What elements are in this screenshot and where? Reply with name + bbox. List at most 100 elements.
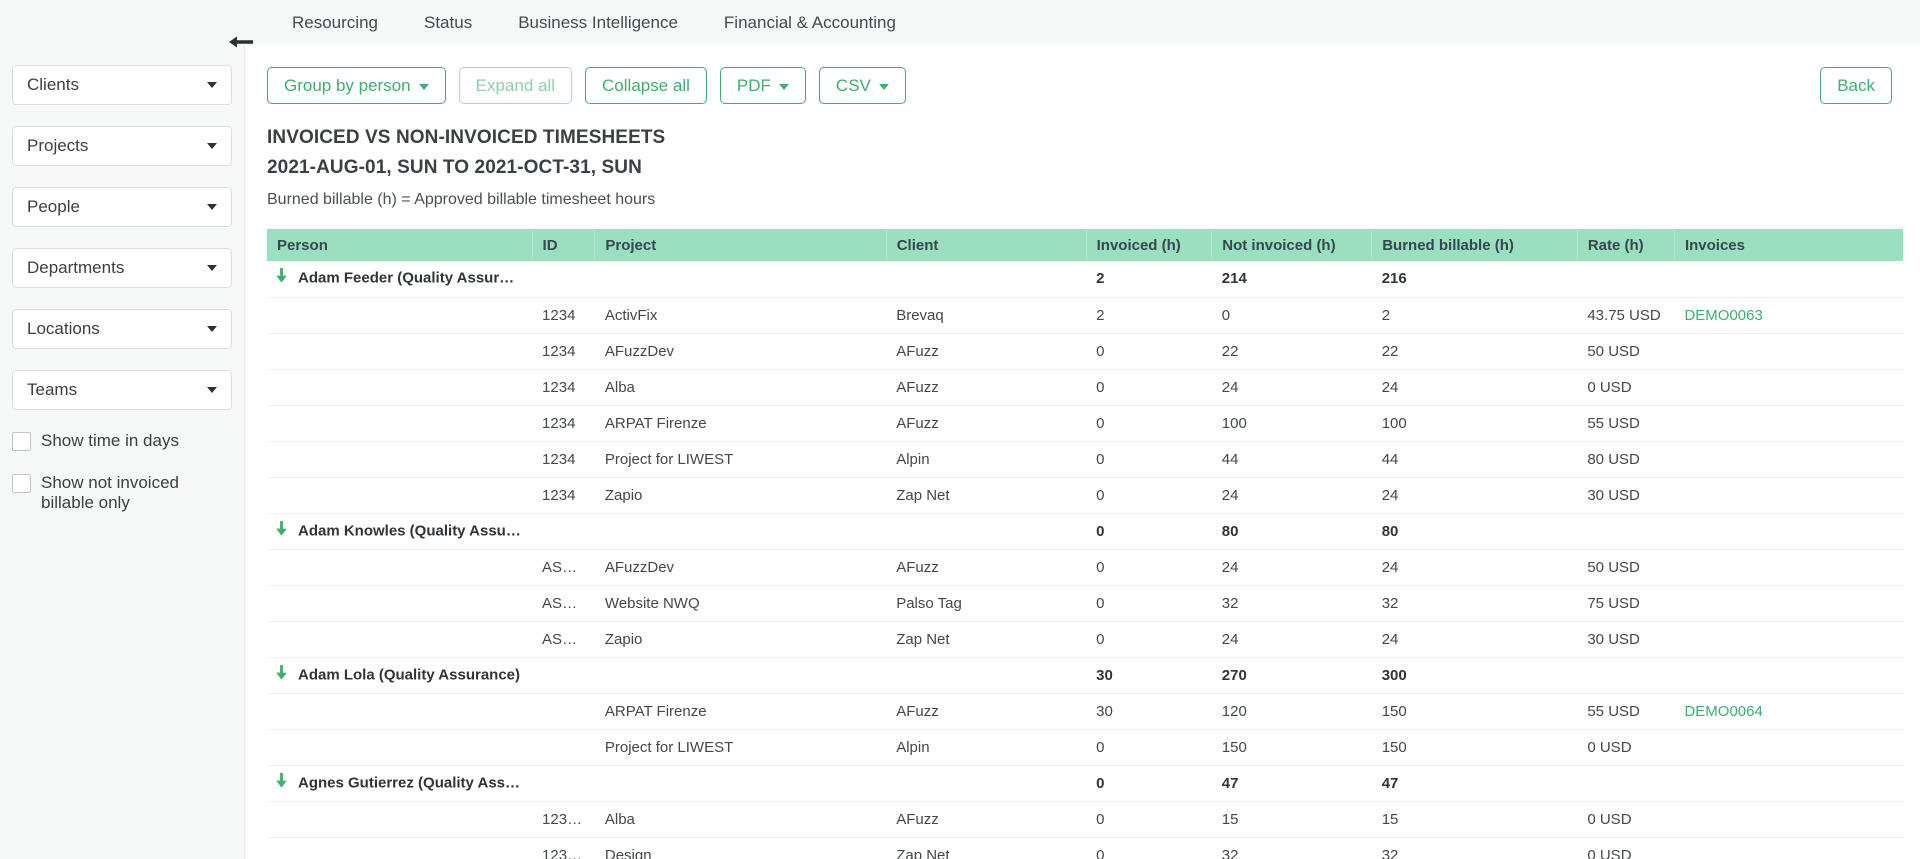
group-person-label: Adam Lola (Quality Assurance) xyxy=(298,665,520,683)
filter-select-teams[interactable]: Teams xyxy=(12,370,232,410)
cell-project: Zapio xyxy=(594,621,887,658)
cell-id: AS125 xyxy=(532,621,595,658)
cell-invoices xyxy=(1674,549,1903,586)
collapse-group-arrow-icon[interactable] xyxy=(275,520,288,540)
column-header-person[interactable]: Person xyxy=(267,229,533,261)
cell-person: Agnes Gutierrez (Quality Assurance) xyxy=(267,765,533,802)
cell-person xyxy=(267,837,533,859)
cell-project: ActivFix xyxy=(594,297,887,334)
csv-export-button[interactable]: CSV xyxy=(818,67,906,104)
cell-project: Website NWQ xyxy=(594,585,887,622)
filter-select-clients[interactable]: Clients xyxy=(12,65,232,105)
collapse-group-arrow-icon[interactable] xyxy=(275,664,288,684)
cell-invoiced: 2 xyxy=(1086,261,1212,298)
table-row[interactable]: 1234 ActivFix Brevaq 2 0 2 43.75 USD DEMO0063 xyxy=(267,297,1903,334)
cell-id: 123654 xyxy=(532,801,595,838)
nav-item-resourcing[interactable]: Resourcing xyxy=(269,0,401,45)
cell-id: 1234 xyxy=(532,333,595,370)
checkbox-box-icon[interactable] xyxy=(12,432,31,451)
cell-client: Alpin xyxy=(886,729,1087,766)
table-group-row[interactable]: Agnes Gutierrez (Quality Assurance)04747 xyxy=(267,765,1903,802)
cell-id: 1234 xyxy=(532,477,595,514)
cell-invoices xyxy=(1674,801,1903,838)
checkbox-box-icon[interactable] xyxy=(12,474,31,493)
cell-burned-billable: 24 xyxy=(1371,621,1578,658)
cell-not-invoiced: 44 xyxy=(1211,441,1372,478)
column-header-client[interactable]: Client xyxy=(886,229,1087,261)
table-row[interactable]: AS125 Zapio Zap Net 0 24 24 30 USD xyxy=(267,621,1903,658)
table-group-row[interactable]: Adam Feeder (Quality Assurance) 2 214 216 xyxy=(267,261,1903,298)
table-row[interactable]: 1234 Alba AFuzz 0 24 24 0 USD xyxy=(267,369,1903,406)
cell-project xyxy=(594,513,887,550)
cell-burned-billable: 2 xyxy=(1371,297,1578,334)
column-header-project[interactable]: Project xyxy=(594,229,887,261)
pdf-export-button[interactable]: PDF xyxy=(719,67,806,104)
invoice-link[interactable]: DEMO0063 xyxy=(1684,307,1762,324)
table-row[interactable]: 1234 Zapio Zap Net 0 24 24 30 USD xyxy=(267,477,1903,514)
table-group-row[interactable]: Adam Knowles (Quality Assurance) 0 80 80 xyxy=(267,513,1903,550)
filter-label-projects: Projects xyxy=(27,136,89,155)
column-header-rate[interactable]: Rate (h) xyxy=(1577,229,1675,261)
cell-invoices: DEMO0064 xyxy=(1674,693,1903,730)
cell-client: Palso Tag xyxy=(886,585,1087,622)
group-person-label: Adam Knowles (Quality Assurance) xyxy=(298,521,533,539)
nav-item-status[interactable]: Status xyxy=(401,0,495,45)
cell-not-invoiced: 270 xyxy=(1211,657,1372,694)
cell-person xyxy=(267,369,533,406)
chevron-down-icon xyxy=(207,82,217,88)
cell-invoices xyxy=(1674,369,1903,406)
collapse-group-arrow-icon[interactable] xyxy=(275,268,288,287)
cell-client: Brevaq xyxy=(886,297,1087,334)
column-header-burned-billable[interactable]: Burned billable (h) xyxy=(1371,229,1578,261)
filter-label-clients: Clients xyxy=(27,75,79,94)
table-row[interactable]: 123654 Alba AFuzz 0 15 15 0 USD xyxy=(267,801,1903,838)
expand-all-button[interactable]: Expand all xyxy=(458,67,573,104)
column-header-invoiced[interactable]: Invoiced (h) xyxy=(1086,229,1213,261)
cell-rate: 43.75 USD xyxy=(1577,297,1675,334)
cell-id xyxy=(532,693,595,730)
checkbox-show-not-invoiced-billable-only[interactable]: Show not invoiced billable only xyxy=(12,473,232,513)
table-row[interactable]: AS125 Website NWQ Palso Tag 0 32 32 75 USD xyxy=(267,585,1903,622)
column-header-not-invoiced[interactable]: Not invoiced (h) xyxy=(1211,229,1373,261)
chevron-down-icon xyxy=(778,83,789,90)
collapse-all-button[interactable]: Collapse all xyxy=(585,67,707,104)
cell-invoiced: 0 xyxy=(1086,369,1212,406)
chevron-down-icon xyxy=(418,83,429,90)
filter-select-departments[interactable]: Departments xyxy=(12,248,232,288)
filter-select-locations[interactable]: Locations xyxy=(12,309,232,349)
back-button[interactable]: Back xyxy=(1820,67,1892,104)
nav-item-business-intelligence[interactable]: Business Intelligence xyxy=(495,0,701,45)
table-row[interactable]: AS125 AFuzzDev AFuzz 0 24 24 50 USD xyxy=(267,549,1903,586)
group-by-person-button[interactable]: Group by person xyxy=(267,67,446,104)
cell-project: ARPAT Firenze xyxy=(594,405,887,442)
cell-client xyxy=(886,261,1087,298)
filter-select-people[interactable]: People xyxy=(12,187,232,227)
nav-item-financial-accounting[interactable]: Financial & Accounting xyxy=(701,0,919,45)
report-title: INVOICED VS NON-INVOICED TIMESHEETS xyxy=(267,127,666,148)
table-row[interactable]: 1234 AFuzzDev AFuzz 0 22 22 50 USD xyxy=(267,333,1903,370)
table-row[interactable]: 1234 Project for LIWEST Alpin 0 44 44 80 USD xyxy=(267,441,1903,478)
column-header-id[interactable]: ID xyxy=(532,229,596,261)
cell-client: AFuzz xyxy=(886,549,1087,586)
filter-select-projects[interactable]: Projects xyxy=(12,126,232,166)
table-row[interactable]: Project for LIWEST Alpin 0 150 150 0 USD xyxy=(267,729,1903,766)
table-row[interactable]: 1234 ARPAT Firenze AFuzz 0 100 100 55 USD xyxy=(267,405,1903,442)
cell-id: 1234 xyxy=(532,441,595,478)
table-row[interactable]: 123654 Design Zap Net 0 32 32 0 USD xyxy=(267,837,1903,859)
cell-not-invoiced: 32 xyxy=(1211,837,1372,859)
checkbox-show-time-in-days[interactable]: Show time in days xyxy=(12,431,232,451)
cell-burned-billable: 24 xyxy=(1371,369,1578,406)
cell-not-invoiced: 24 xyxy=(1211,477,1372,514)
collapse-sidebar-arrow-icon[interactable] xyxy=(228,33,254,51)
invoice-link[interactable]: DEMO0064 xyxy=(1684,703,1762,720)
chevron-down-icon xyxy=(207,204,217,210)
chevron-down-icon xyxy=(207,143,217,149)
cell-not-invoiced: 24 xyxy=(1211,549,1372,586)
topnav-left-filler xyxy=(0,0,245,45)
group-by-person-label: Group by person xyxy=(284,75,411,95)
table-row[interactable]: ARPAT Firenze AFuzz 30 120 150 55 USD DEMO0064 xyxy=(267,693,1903,730)
column-header-invoices[interactable]: Invoices xyxy=(1674,229,1903,261)
collapse-group-arrow-icon[interactable] xyxy=(275,772,288,792)
cell-invoices xyxy=(1674,621,1903,658)
table-group-row[interactable]: Adam Lola (Quality Assurance) 30 270 300 xyxy=(267,657,1903,694)
